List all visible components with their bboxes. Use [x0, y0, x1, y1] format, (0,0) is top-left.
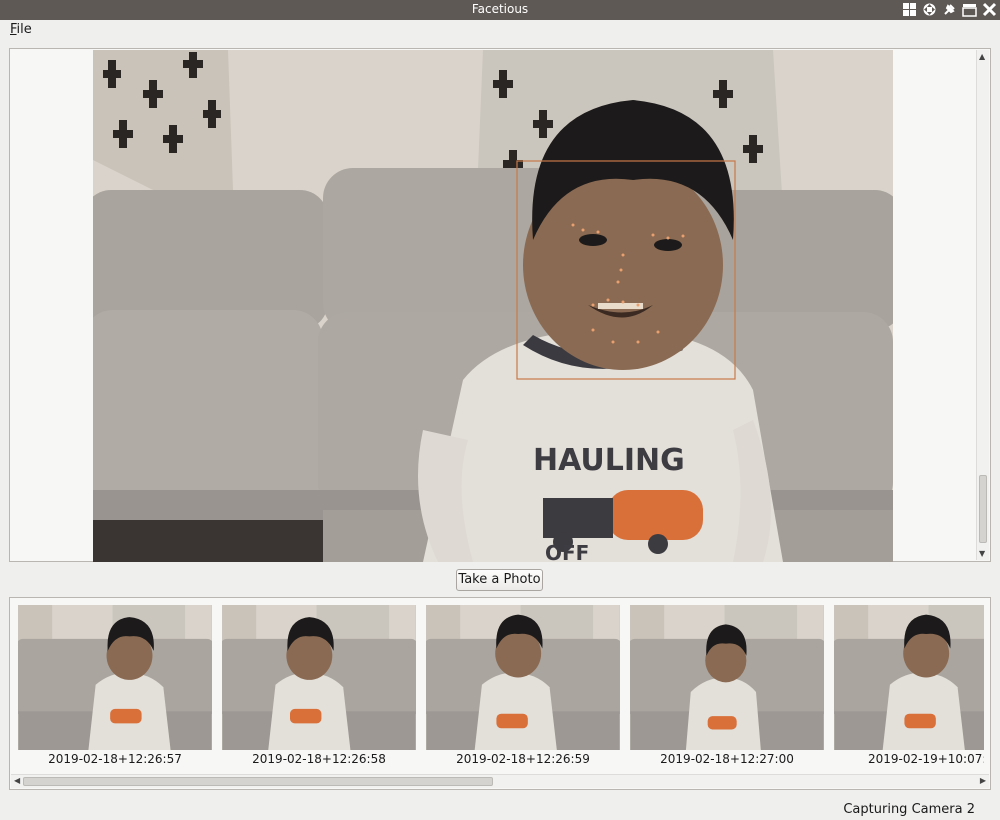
- thumbnail-caption: 2019-02-18+12:26:59: [456, 752, 590, 766]
- thumbnail-photo: [426, 605, 620, 750]
- camera-image: HAULING OFF: [93, 50, 893, 562]
- thumbnail-list: 2019-02-18+12:26:57 2019-02-18+12:26:58: [18, 605, 984, 770]
- thumbnail-item[interactable]: 2019-02-18+12:26:58: [222, 605, 416, 768]
- scroll-right-icon[interactable]: ▶: [980, 776, 986, 785]
- grid-icon[interactable]: [901, 1, 918, 18]
- vertical-scrollbar[interactable]: ▲ ▼: [976, 50, 989, 560]
- scroll-down-icon[interactable]: ▼: [979, 549, 985, 558]
- status-text: Capturing Camera 2: [843, 802, 975, 817]
- shade-icon[interactable]: [961, 1, 978, 18]
- thumbnail-photo: [630, 605, 824, 750]
- thumbnail-caption: 2019-02-18+12:26:58: [252, 752, 386, 766]
- thumbnail-item[interactable]: 2019-02-18+12:26:59: [426, 605, 620, 768]
- take-photo-button[interactable]: Take a Photo: [456, 569, 543, 591]
- thumbnail-photo: [834, 605, 984, 750]
- thumbnail-image[interactable]: [222, 605, 416, 750]
- thumbnail-item[interactable]: 2019-02-19+10:07:1: [834, 605, 984, 768]
- window-title: Facetious: [471, 2, 529, 16]
- vertical-scroll-thumb[interactable]: [979, 475, 987, 543]
- scroll-left-icon[interactable]: ◀: [14, 776, 20, 785]
- shirt-text: HAULING: [533, 443, 685, 478]
- photo-strip: 2019-02-18+12:26:57 2019-02-18+12:26:58: [9, 597, 991, 790]
- horizontal-scroll-thumb[interactable]: [23, 777, 493, 786]
- menu-bar: File: [0, 20, 1000, 40]
- thumbnail-caption: 2019-02-18+12:26:57: [48, 752, 182, 766]
- thumbnail-photo: [18, 605, 212, 750]
- camera-feed: HAULING OFF: [93, 50, 893, 562]
- horizontal-scrollbar[interactable]: ◀ ▶: [11, 774, 989, 788]
- file-menu[interactable]: File: [10, 22, 32, 37]
- scroll-up-icon[interactable]: ▲: [979, 52, 985, 61]
- thumbnail-item[interactable]: 2019-02-18+12:26:57: [18, 605, 212, 768]
- thumbnail-image[interactable]: [18, 605, 212, 750]
- thumbnail-caption: 2019-02-18+12:27:00: [660, 752, 794, 766]
- shirt-text-2: OFF: [545, 541, 589, 562]
- thumbnail-photo: [222, 605, 416, 750]
- thumbnail-image[interactable]: [834, 605, 984, 750]
- title-bar: Facetious: [0, 0, 1000, 20]
- pin-icon[interactable]: [941, 1, 958, 18]
- thumbnail-image[interactable]: [426, 605, 620, 750]
- close-icon[interactable]: [981, 1, 998, 18]
- move-icon[interactable]: [921, 1, 938, 18]
- thumbnail-caption: 2019-02-19+10:07:1: [867, 752, 984, 766]
- thumbnail-item[interactable]: 2019-02-18+12:27:00: [630, 605, 824, 768]
- file-menu-label: ile: [16, 22, 32, 37]
- thumbnail-image[interactable]: [630, 605, 824, 750]
- camera-viewer: HAULING OFF ▲ ▼: [9, 48, 991, 562]
- window-controls: [901, 1, 998, 18]
